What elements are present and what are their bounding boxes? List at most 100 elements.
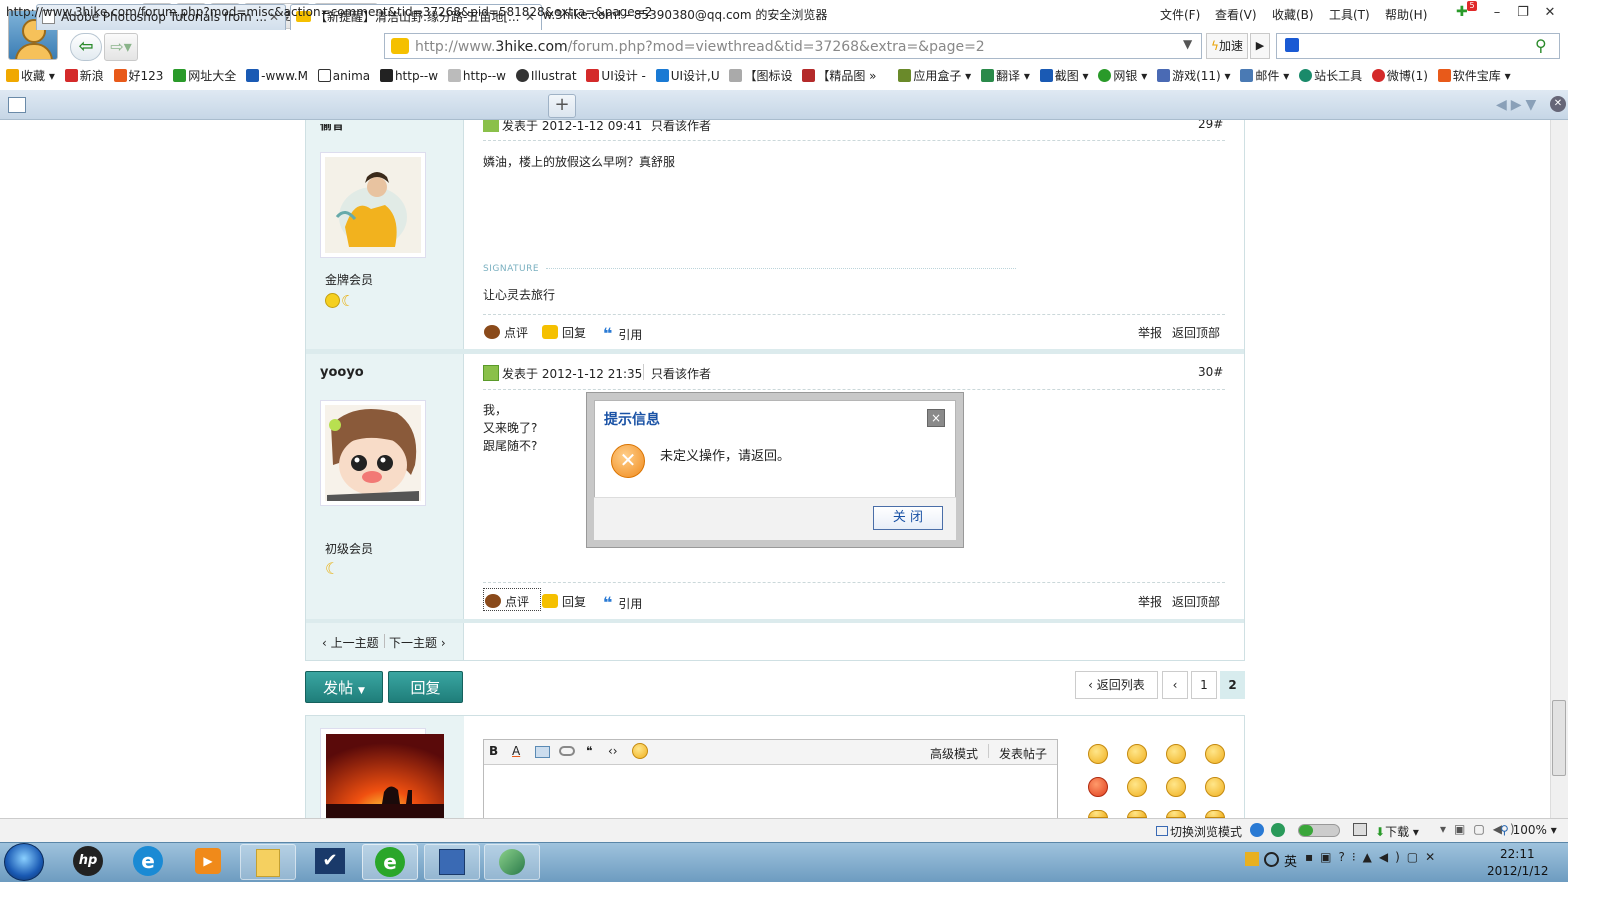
taskbar-app[interactable] [484,844,540,880]
prev-page-button[interactable]: ‹ [1162,671,1188,699]
taskbar-app-active-browser[interactable]: e [362,844,418,880]
go-icon[interactable]: ▶ [1250,33,1270,59]
menu-favorites[interactable]: 收藏(B) [1272,6,1314,23]
bookmark-item[interactable]: 微博(1) [1371,64,1428,88]
reply-button[interactable]: 回复 [542,593,586,610]
bookmark-item[interactable]: 翻译 ▾ [981,64,1030,88]
bookmark-item[interactable]: -www.M [246,64,308,88]
prev-thread-link[interactable]: ‹ 上一主题 [322,634,379,651]
taskbar-app[interactable]: e [120,844,176,880]
bookmark-item[interactable]: 截图 ▾ [1039,64,1089,88]
bookmark-item[interactable]: 收藏 ▾ [6,64,55,88]
quote-button[interactable]: ❝ 引用 [603,593,642,612]
image-icon[interactable] [535,746,550,758]
dialog-close-icon[interactable]: × [927,409,945,427]
switch-mode-button[interactable]: 切换浏览模式 [1156,823,1242,840]
bookmark-item[interactable]: Illustrat [515,64,577,88]
post30-author[interactable]: yooyo [320,365,364,380]
tray-icons[interactable]: ▪▣?⁝▲◀)▢✕ [1305,850,1442,864]
menu-file[interactable]: 文件(F) [1160,6,1200,23]
post30-floor[interactable]: 30# [1198,365,1223,379]
angry-smiley-icon[interactable] [1088,777,1108,797]
forward-button[interactable]: ⇨▾ [104,33,138,61]
globe-icon[interactable] [1271,823,1285,837]
smiley-icon[interactable] [1088,810,1108,818]
tab-scroll-controls[interactable]: ◀▶▼ [1496,97,1540,113]
bookmark-item[interactable]: 应用盒子 ▾ [898,64,971,88]
back-to-list-button[interactable]: ‹ 返回列表 [1075,671,1158,699]
post29-avatar[interactable] [320,152,426,258]
bookmark-item[interactable]: 网址大全 [173,64,236,88]
bookmark-item[interactable]: http--w [447,64,506,88]
download-button[interactable]: ⬇下载 ▾ [1375,823,1419,840]
quote-button[interactable]: ❝ 引用 [603,324,642,343]
text-color-icon[interactable]: A [512,744,520,758]
zoom-control[interactable]: ⚲ 100% ▾ [1500,823,1557,837]
code-icon[interactable]: ‹› [608,744,618,758]
comment-button[interactable]: 点评 [483,588,541,611]
smiley-icon[interactable] [1127,810,1147,818]
dialog-close-button[interactable]: 关 闭 [873,506,943,530]
smiley-icon[interactable] [1205,777,1225,797]
taskbar-app[interactable] [424,844,480,880]
speedup-button[interactable]: ϟ加速 [1206,33,1248,59]
post30-only-author-link[interactable]: 只看该作者 [651,365,711,382]
taskbar-app[interactable] [240,844,296,880]
taskbar-app[interactable]: hp [60,844,116,880]
ie-mode-icon[interactable] [1250,823,1264,837]
bookmark-item[interactable]: 站长工具 [1299,64,1362,88]
tray-icon[interactable] [1245,852,1259,866]
menu-tools[interactable]: 工具(T) [1329,6,1370,23]
smiley-icon[interactable] [1166,744,1186,764]
close-window-icon[interactable]: ✕ [1540,5,1560,21]
tray-icon[interactable] [1264,852,1279,867]
new-post-button[interactable]: 发帖 ▼ [305,671,383,703]
report-link[interactable]: 举报 [1138,324,1162,341]
smiley-icon[interactable] [1166,777,1186,797]
smiley-icon[interactable] [632,743,648,759]
back-to-top-link[interactable]: 返回顶部 [1172,324,1220,341]
address-dropdown-icon[interactable]: ▼ [1183,37,1192,51]
bold-icon[interactable]: B [489,744,498,758]
report-link[interactable]: 举报 [1138,593,1162,610]
address-text[interactable]: http://www.3hike.com/forum.php?mod=viewt… [415,39,985,55]
toggle-switch[interactable] [1298,824,1340,837]
back-button[interactable]: ⇦ [70,33,102,61]
bookmark-item[interactable]: 新浪 [64,64,104,88]
scrollbar-thumb[interactable] [1552,700,1566,776]
bookmark-item[interactable]: http--w [379,64,438,88]
bookmark-item[interactable]: 邮件 ▾ [1240,64,1289,88]
start-button[interactable] [4,843,44,881]
post30-avatar[interactable] [320,400,426,506]
comment-button[interactable]: 点评 [484,324,528,341]
my-avatar[interactable] [320,728,444,828]
bookmark-item[interactable]: UI设计 - [586,64,646,88]
reply-thread-button[interactable]: 回复 [388,671,463,703]
close-all-tabs-icon[interactable]: ✕ [1550,96,1566,112]
back-to-top-link[interactable]: 返回顶部 [1172,593,1220,610]
restore-window-icon[interactable]: ❐ [1513,5,1533,21]
menu-view[interactable]: 查看(V) [1215,6,1257,23]
submit-post-link[interactable]: 发表帖子 [999,745,1047,762]
bookmark-item[interactable]: 网银 ▾ [1098,64,1147,88]
bookmark-item[interactable]: 软件宝库 ▾ [1437,64,1511,88]
bookmark-item[interactable]: 游戏(11) ▾ [1157,64,1231,88]
smiley-icon[interactable] [1088,744,1108,764]
menu-help[interactable]: 帮助(H) [1385,6,1427,23]
clock-time[interactable]: 22:11 [1500,847,1535,861]
new-tab-icon[interactable]: + [548,94,576,118]
bookmark-item[interactable]: 【精品图 » [802,64,876,88]
reply-button[interactable]: 回复 [542,324,586,341]
advanced-mode-link[interactable]: 高级模式 [930,745,978,762]
next-thread-link[interactable]: 下一主题 › [389,634,446,651]
bookmark-item[interactable]: 【图标设 [729,64,792,88]
search-engine-icon[interactable] [1285,38,1299,52]
taskbar-app[interactable]: ▶ [180,844,236,880]
search-input[interactable]: ⚲ [1276,33,1560,59]
link-icon[interactable] [559,746,575,756]
minimize-icon[interactable]: – [1487,5,1507,21]
search-icon[interactable]: ⚲ [1535,36,1547,55]
address-bar[interactable]: http://www.3hike.com/forum.php?mod=viewt… [384,33,1202,59]
smiley-icon[interactable] [1205,744,1225,764]
bookmark-item[interactable]: anima [317,64,370,88]
